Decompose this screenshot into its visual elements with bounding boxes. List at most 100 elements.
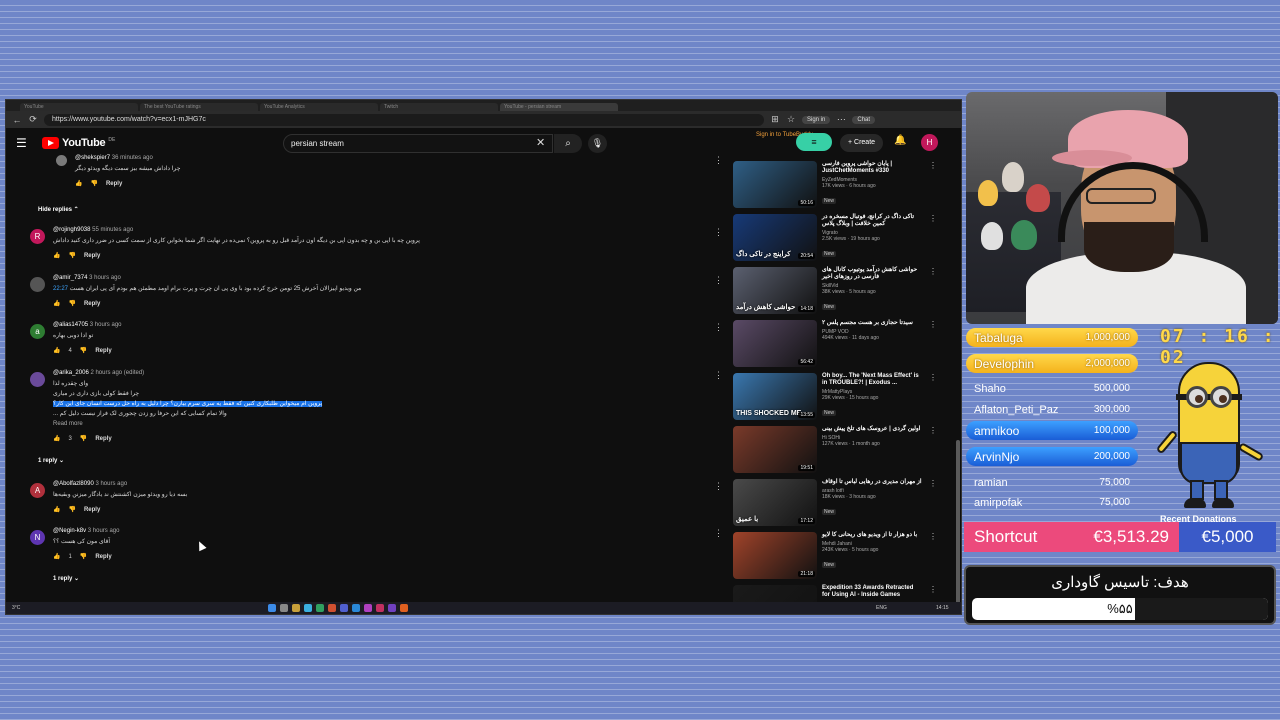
menu-dots-icon[interactable]: ⋯ [836, 114, 846, 125]
dislike-icon[interactable]: 👎 [80, 435, 87, 442]
comment-time[interactable]: 3 hours ago [88, 528, 120, 534]
like-icon[interactable]: 👍 [53, 553, 60, 560]
comment-avatar[interactable]: R [30, 229, 45, 244]
browser-tab[interactable]: YouTube - persian stream [500, 103, 618, 111]
replies-toggle[interactable]: 1 reply ⌄ [38, 457, 64, 464]
user-avatar[interactable]: H [921, 134, 938, 151]
video-title[interactable]: حواشی کاهش درآمد یوتیوب کانال های فارسی … [822, 267, 922, 281]
video-title[interactable]: Oh boy... The 'Next Mass Effect' is in T… [822, 373, 922, 387]
taskbar-app-icon[interactable] [316, 604, 324, 612]
dislike-icon[interactable]: 👎 [90, 180, 97, 187]
comment-menu-icon[interactable]: ⋮ [714, 155, 723, 166]
video-menu-icon[interactable]: ⋮ [929, 585, 937, 594]
comment-time[interactable]: 3 hours ago [95, 481, 127, 487]
video-title[interactable]: تاکی داگ در کرانچ، فوتبال مسخره در کمین … [822, 214, 922, 228]
favorite-icon[interactable]: ☆ [786, 114, 796, 125]
taskbar-app-icon[interactable] [376, 604, 384, 612]
recommended-video[interactable]: حواشی کاهش درآمد 14:18 حواشی کاهش درآمد یو… [733, 264, 943, 317]
video-thumbnail[interactable]: 50:16 [733, 161, 817, 208]
refresh-icon[interactable]: ⟳ [28, 114, 38, 125]
dislike-icon[interactable]: 👎 [80, 553, 87, 560]
video-menu-icon[interactable]: ⋮ [929, 214, 937, 223]
reply-button[interactable]: Reply [95, 348, 111, 354]
video-title[interactable]: اولین گردی | عروسک های تلخ پیش بینی [822, 426, 922, 433]
dislike-icon[interactable]: 👎 [80, 347, 87, 354]
dislike-icon[interactable]: 👎 [68, 300, 75, 307]
video-thumbnail[interactable]: 21:18 [733, 532, 817, 579]
comment-menu-icon[interactable]: ⋮ [714, 481, 723, 492]
menu-icon[interactable]: ☰ [16, 136, 36, 150]
comment-time[interactable]: 55 minutes ago [92, 227, 133, 233]
reply-button[interactable]: Reply [95, 554, 111, 560]
hide-replies-toggle[interactable]: Hide replies ⌃ [38, 206, 79, 213]
comment-author[interactable]: @shekspier7 [75, 155, 110, 161]
dislike-icon[interactable]: 👎 [68, 506, 75, 513]
video-menu-icon[interactable]: ⋮ [929, 161, 937, 170]
comment-menu-icon[interactable]: ⋮ [714, 275, 723, 286]
like-icon[interactable]: 👍 [53, 435, 60, 442]
comment-author[interactable]: @rojingh9038 [53, 227, 90, 233]
comment-menu-icon[interactable]: ⋮ [714, 227, 723, 238]
video-thumbnail[interactable]: با عمیق 17:12 [733, 479, 817, 526]
taskbar-app-icon[interactable] [400, 604, 408, 612]
video-menu-icon[interactable]: ⋮ [929, 373, 937, 382]
reply-button[interactable]: Reply [84, 301, 100, 307]
comment-time[interactable]: 3 hours ago [90, 322, 122, 328]
comment-menu-icon[interactable]: ⋮ [714, 528, 723, 539]
comment-menu-icon[interactable]: ⋮ [714, 370, 723, 381]
video-thumbnail[interactable]: 56:42 [733, 320, 817, 367]
taskbar-app-icon[interactable] [352, 604, 360, 612]
video-title[interactable]: با دو هزار تا از ویدیو های ریحانی کا لای… [822, 532, 922, 539]
back-icon[interactable]: ← [12, 115, 22, 125]
comment-author[interactable]: @alias14705 [53, 322, 88, 328]
comment-time[interactable]: 2 hours ago (edited) [90, 370, 144, 376]
video-title[interactable]: پایان حواشی پروین فارسی | JustChetMoment… [822, 161, 922, 175]
clock[interactable]: 14:15 [936, 605, 949, 611]
replies-toggle[interactable]: 1 reply ⌄ [53, 575, 79, 582]
reply-button[interactable]: Reply [84, 253, 100, 259]
video-thumbnail[interactable]: THIS SHOCKED ME 13:55 [733, 373, 817, 420]
reply-button[interactable]: Reply [84, 507, 100, 513]
weather-widget[interactable]: 3°C [12, 605, 20, 611]
browser-tab[interactable]: YouTube Analytics [260, 103, 378, 111]
video-title[interactable]: سیدتا حجازی بر هست مجسم پلس ۲ [822, 320, 922, 327]
clear-search-icon[interactable]: ✕ [536, 136, 545, 149]
tubebuddy-button[interactable]: ≡ [796, 133, 832, 151]
like-icon[interactable]: 👍 [53, 506, 60, 513]
recommended-video[interactable]: با عمیق 17:12 از مهران مدیری در رهایی لباس… [733, 476, 943, 529]
comment-avatar[interactable]: A [30, 483, 45, 498]
dislike-icon[interactable]: 👎 [68, 252, 75, 259]
recommended-video[interactable]: کراینج در تاکی داگ 20:54 تاکی داگ در کرانچ… [733, 211, 943, 264]
browser-tab[interactable]: Twitch [380, 103, 498, 111]
video-thumbnail[interactable]: حواشی کاهش درآمد 14:18 [733, 267, 817, 314]
video-title[interactable]: Expedition 33 Awards Retracted for Using… [822, 585, 922, 599]
recommended-video[interactable]: 56:42 سیدتا حجازی بر هست مجسم پلس ۲ PUMP V… [733, 317, 943, 370]
like-icon[interactable]: 👍 [53, 347, 60, 354]
browser-tab[interactable]: The best YouTube ratings [140, 103, 258, 111]
page-scrollbar[interactable] [956, 440, 960, 614]
browser-chat-button[interactable]: Chat [852, 115, 876, 124]
search-input[interactable]: persian stream [283, 134, 553, 153]
like-icon[interactable]: 👍 [75, 180, 82, 187]
reply-button[interactable]: Reply [95, 436, 111, 442]
comment-author[interactable]: @amir_7374 [53, 275, 87, 281]
comment-menu-icon[interactable]: ⋮ [714, 322, 723, 333]
video-thumbnail[interactable]: کراینج در تاکی داگ 20:54 [733, 214, 817, 261]
browser-signin-button[interactable]: Sign in [802, 115, 831, 124]
comment-author[interactable]: @Abolfazl8090 [53, 481, 94, 487]
url-field[interactable]: https://www.youtube.com/watch?v=ecx1-mJH… [44, 113, 764, 126]
recommended-video[interactable]: 50:16 پایان حواشی پروین فارسی | JustChetM… [733, 158, 943, 211]
comment-avatar[interactable]: a [30, 324, 45, 339]
video-title[interactable]: از مهران مدیری در رهایی لباس تا اوقاف [822, 479, 922, 486]
language-indicator[interactable]: ENG [876, 605, 887, 611]
video-menu-icon[interactable]: ⋮ [929, 267, 937, 276]
video-menu-icon[interactable]: ⋮ [929, 426, 937, 435]
taskbar-app-icon[interactable] [328, 604, 336, 612]
video-thumbnail[interactable]: 19:51 [733, 426, 817, 473]
video-menu-icon[interactable]: ⋮ [929, 320, 937, 329]
video-menu-icon[interactable]: ⋮ [929, 479, 937, 488]
search-button[interactable]: ⌕ [554, 134, 582, 153]
microphone-icon[interactable]: 🎙 [588, 134, 607, 153]
reply-button[interactable]: Reply [106, 181, 122, 187]
comment-avatar[interactable] [30, 372, 45, 387]
